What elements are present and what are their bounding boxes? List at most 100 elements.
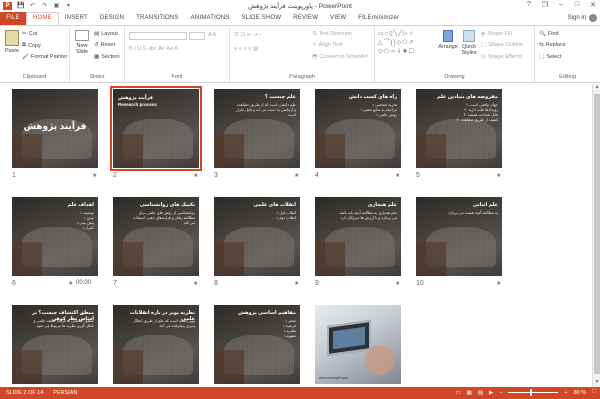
layout-button[interactable]: ▤ Layout [94,31,118,37]
tab-review[interactable]: REVIEW [287,12,324,25]
shape-effects-button[interactable]: ◎ Shape Effects [481,54,522,60]
slide-sorter-icon[interactable]: ▦ [467,390,472,396]
tab-transitions[interactable]: TRANSITIONS [130,12,185,25]
animation-star-icon[interactable]: ★ [294,172,299,179]
fit-slide-icon[interactable]: ⛶ [592,389,596,396]
animation-star-icon[interactable]: ★ [68,280,73,287]
slide-thumbnail-9[interactable]: علم هنجاری علم هنجاری به مطالعه آنچه بای… [315,197,401,276]
animation-star-icon[interactable]: ★ [496,172,501,179]
tab-fileminimizer[interactable]: FILEminimizer [352,12,405,25]
shape-outline-button[interactable]: ▢ Shape Outline [481,42,523,48]
animation-star-icon[interactable]: ★ [193,172,198,179]
slide-thumbnail-6[interactable]: اهداف علم • توصیف • تبیین • پیش بینی • ک… [12,197,98,276]
minimize-button[interactable]: – [556,1,566,9]
slide-number: 9 [315,280,319,287]
reset-button[interactable]: ↺ Reset [94,42,115,48]
slide-number: 10 [416,280,424,287]
slide-thumbnail-14[interactable]: www.example.com [315,305,401,384]
animation-star-icon[interactable]: ★ [496,280,501,287]
slide-thumbnail-8[interactable]: انقلاب های علمی • انقلاب اول • انقلاب دو… [214,197,300,276]
slide-title: مفاهیم اساسی پژوهش [238,310,296,316]
zoom-out-icon[interactable]: – [499,390,502,396]
slide-body: علم دانشی است که از طریق مشاهده و آزمایش… [235,103,296,117]
slide-body: پوپر معتقد است که علم از طریق ابطال پذیر… [133,319,195,328]
grow-shrink-font-icon[interactable]: A A [208,32,216,38]
slide-thumbnail-7[interactable]: تکنیک های روانشناسی روانشناسی از روش های… [113,197,199,276]
section-button[interactable]: ▦ Section [94,54,120,60]
new-slide-button[interactable]: New Slide [73,30,91,55]
align-text-button[interactable]: ⇳ Align Text [312,42,342,48]
scrollbar-thumb[interactable] [594,94,600,374]
animation-star-icon[interactable]: ★ [92,172,97,179]
align-buttons[interactable]: ≡ ≡ ≡ ≡ ▥ [234,46,258,52]
animation-star-icon[interactable]: ★ [395,280,400,287]
sign-in-link[interactable]: Sign in [568,15,586,21]
format-painter-button[interactable]: 🖌 Format Painter [22,54,67,60]
tab-animations[interactable]: ANIMATIONS [185,12,236,25]
slide-thumbnail-1[interactable]: فرآیند پژوهش [12,89,98,168]
list-buttons[interactable]: ☰ ☷ ⇤ ⇥ ↕ [234,32,262,38]
text-direction-button[interactable]: ⇅ Text Direction [312,31,352,37]
paste-button[interactable]: Paste [3,30,21,54]
animation-star-icon[interactable]: ★ [193,280,198,287]
slide-thumbnail-10[interactable]: علم اثباتی به مطالعه آنچه هست می پردازد [416,197,502,276]
shape-fill-icon: ◈ [481,31,486,37]
maximize-button[interactable]: □ [572,1,582,9]
quick-styles-button[interactable]: Quick Styles [461,30,477,56]
shape-effects-label: Shape Effects [487,54,522,60]
slide-body: ۱. جهان واقعی است ۲. رویدادها علت دارند … [456,103,498,122]
slide-thumbnail-12[interactable]: نظریه پوپر در باره انقلابات علمی پوپر مع… [113,305,199,384]
tab-home[interactable]: HOME [26,12,59,25]
replace-button[interactable]: ⇆ Replace [539,42,566,48]
slide-thumbnail-4[interactable]: راه های کسب دانش • تجربه شخصی • مراجعه ب… [315,89,401,168]
close-button[interactable]: ✕ [588,1,598,9]
tab-design[interactable]: DESIGN [94,12,130,25]
avatar[interactable] [589,14,597,22]
slide-thumbnail-3[interactable]: علم چیست ؟ علم دانشی است که از طریق مشاه… [214,89,300,168]
vertical-scrollbar[interactable]: ▲ ▼ [592,84,600,387]
slide-thumbnail-13[interactable]: مفاهیم اساسی پژوهش • متغیر • فرضیه • نظر… [214,305,300,384]
slide-number: 5 [416,172,420,179]
quick-styles-label: Quick Styles [461,44,477,56]
font-size-select[interactable] [189,32,205,40]
language-indicator[interactable]: PERSIAN [53,390,77,396]
arrange-label: Arrange [438,44,458,50]
slide-body: علم هنجاری به مطالعه آنچه باید باشد می پ… [339,211,397,220]
layout-label: Layout [101,31,118,37]
slideshow-view-icon[interactable]: ▶ [489,390,493,396]
slide-body: روانشناسی از روش های علمی برای مطالعه رف… [133,211,195,225]
animation-star-icon[interactable]: ★ [395,172,400,179]
zoom-slider[interactable] [508,389,559,396]
tab-file[interactable]: FILE [0,12,26,25]
shapes-gallery[interactable]: ▭○▯╲╱▷☆ △⌒{}◇⬠↗ ⬭⬡⇨⇩✚☐ [378,30,438,60]
tab-insert[interactable]: INSERT [59,12,94,25]
window-controls: ? ❐ – □ ✕ [524,1,598,9]
scroll-down-icon[interactable]: ▼ [593,379,600,387]
cut-button[interactable]: ✂ Cut [22,31,37,37]
zoom-level[interactable]: 80 % [574,390,587,396]
tab-view[interactable]: VIEW [324,12,352,25]
select-button[interactable]: ⬚ Select [539,54,562,60]
find-button[interactable]: 🔍 Find [539,31,559,37]
slide-number: 4 [315,172,319,179]
font-format-row[interactable]: B I U S abc AV Aa A [129,46,178,52]
slide-thumbnail-11[interactable]: منطق اکتشاف چیست؟ بر اساس نظر کوهن منطق … [12,305,98,384]
slide-thumbnail-2[interactable]: فرآیند پژوهش Research process [110,86,202,171]
shape-fill-button[interactable]: ◈ Shape Fill [481,31,512,37]
copy-button[interactable]: ⧉ Copy [22,42,41,49]
slide-thumbnail-5[interactable]: مفروضه های بنیادین علم ۱. جهان واقعی است… [416,89,502,168]
normal-view-icon[interactable]: ▭ [455,390,460,396]
slide-body: • متغیر • فرضیه • نظریه • مفهوم [283,319,296,338]
tab-slide-show[interactable]: SLIDE SHOW [236,12,288,25]
scroll-up-icon[interactable]: ▲ [593,84,600,92]
font-family-select[interactable] [129,32,187,40]
help-icon[interactable]: ? [524,1,534,9]
ribbon-display-icon[interactable]: ❐ [540,1,550,9]
slide-counter: SLIDE 2 OF 14 [6,390,44,396]
reading-view-icon[interactable]: ▤ [478,390,483,396]
convert-smartart-button[interactable]: ⬒ Convert to SmartArt [312,54,368,60]
arrange-button[interactable]: Arrange [438,30,458,50]
animation-star-icon[interactable]: ★ [294,280,299,287]
zoom-in-icon[interactable]: + [564,390,567,396]
section-label: Section [101,54,120,60]
